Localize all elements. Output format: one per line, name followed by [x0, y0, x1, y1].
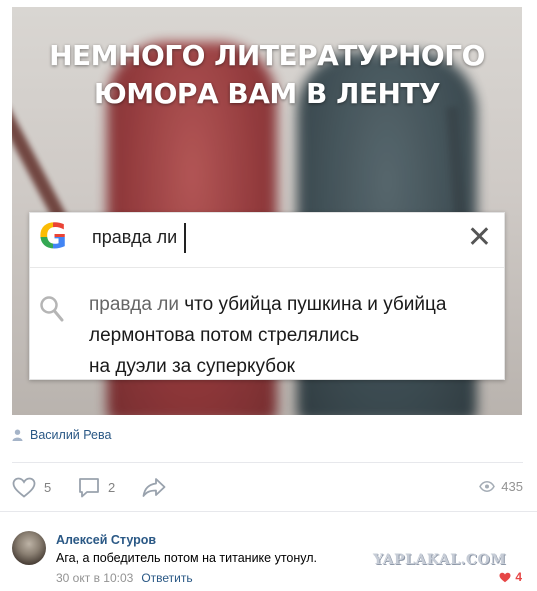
suggestion-prefix: правда ли — [89, 294, 179, 315]
comment-like-button[interactable]: 4 — [499, 570, 522, 584]
comment-icon — [79, 478, 99, 498]
suggestion-line-2: лермонтова потом стрелялись — [89, 325, 360, 346]
comment-meta: 30 окт в 10:03 Ответить — [56, 571, 193, 585]
search-icon — [40, 296, 64, 322]
google-logo-icon: G — [36, 220, 70, 255]
meme-caption: НЕМНОГО ЛИТЕРАТУРНОГО ЮМОРА ВАМ В ЛЕНТУ — [12, 37, 522, 113]
heart-icon — [12, 477, 36, 498]
heart-icon — [499, 572, 511, 582]
text-caret — [184, 223, 186, 253]
divider — [12, 462, 523, 463]
post-author-name[interactable]: Василий Рева — [30, 428, 111, 442]
reply-link[interactable]: Ответить — [141, 571, 192, 585]
search-suggestion: правда ли что убийца пушкина и убийца ле… — [89, 289, 489, 382]
share-button[interactable] — [142, 477, 166, 497]
post-image[interactable]: НЕМНОГО ЛИТЕРАТУРНОГО ЮМОРА ВАМ В ЛЕНТУ … — [12, 7, 522, 415]
comment-date[interactable]: 30 окт в 10:03 — [56, 571, 133, 585]
suggestion-line-3: на дуэли за суперкубок — [89, 356, 295, 377]
eye-icon — [479, 481, 496, 492]
post-author[interactable]: Василий Рева — [12, 427, 111, 443]
google-search-mock: G правда ли ✕ правда ли что убийца пушки… — [29, 212, 505, 380]
share-icon — [142, 478, 166, 497]
like-count: 5 — [44, 480, 52, 495]
meme-caption-line-2: ЮМОРА ВАМ В ЛЕНТУ — [93, 77, 441, 110]
comment-text: Ага, а победитель потом на титанике утон… — [56, 551, 318, 565]
views-counter: 435 — [479, 479, 523, 494]
meme-caption-line-1: НЕМНОГО ЛИТЕРАТУРНОГО — [49, 39, 485, 72]
like-button[interactable]: 5 — [12, 477, 51, 498]
views-count: 435 — [501, 479, 523, 494]
search-bar: G правда ли ✕ — [30, 213, 504, 268]
watermark-logo: YAPLAKAL.COM — [373, 552, 507, 568]
comment-count: 2 — [108, 480, 116, 495]
search-query: правда ли — [92, 227, 178, 247]
comment-like-count: 4 — [515, 570, 522, 584]
user-icon — [12, 429, 23, 441]
divider — [0, 511, 537, 512]
close-icon: ✕ — [466, 221, 492, 254]
comment-button[interactable]: 2 — [78, 477, 115, 498]
suggestion-line-1: что убийца пушкина и убийца — [184, 294, 447, 315]
commenter-avatar[interactable] — [12, 531, 46, 565]
commenter-name[interactable]: Алексей Стуров — [56, 533, 156, 547]
